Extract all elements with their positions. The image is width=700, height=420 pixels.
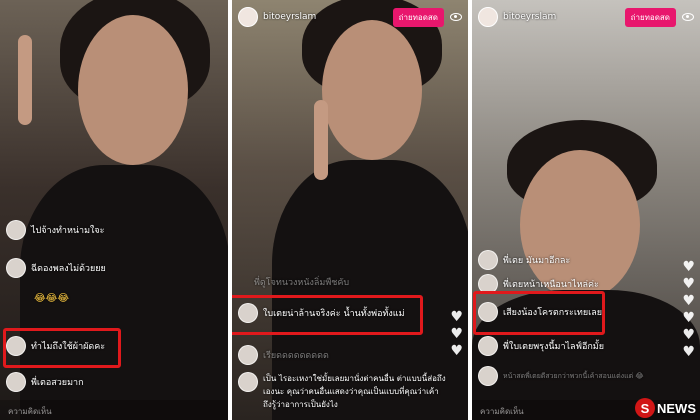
live-stream-panel-1: ไปจ้างทำหน่ามใจะ ฉีดองพลงไม่ด้วยยย 😂😂😂 ท… [0,0,228,420]
commenter-avatar [6,220,26,240]
person-face [78,15,188,165]
comment-item: พี่เตย มันมาอีกละ [478,250,570,270]
heart-icon: ♥ [682,276,695,292]
streamer-avatar[interactable] [238,7,258,27]
heart-icon: ♥ [682,293,695,309]
streamer-avatar[interactable] [478,7,498,27]
commenter-avatar [6,336,26,356]
heart-icon: ♥ [450,309,463,325]
comment-text: เรียดดดดดดดดด [263,351,329,361]
comment-item: พี่ใบเตยพรุงนี้มาไลฟ์อีกมั้ย [478,336,604,356]
raised-finger [18,35,32,125]
comment-text: 😂😂😂 [34,293,70,304]
live-stream-panel-2: bitoeyrslam ถ่ายทอดสด พี่ดูโจทนวงหนังลิ่… [232,0,468,420]
comment-text: เสียงน้องโครตกระเทยเลย [503,308,602,318]
commenter-avatar [478,302,498,322]
comment-item-highlighted: ทำไมถึงใช้ผ้าผัดคะ [6,336,105,356]
heart-icon: ♥ [682,310,695,326]
heart-icon: ♥ [682,327,695,343]
raised-finger [314,100,328,180]
comment-text: ทำไมถึงใช้ผ้าผัดคะ [31,342,106,352]
heart-icon: ♥ [682,344,695,360]
commenter-avatar [478,366,498,386]
viewer-count [450,13,462,21]
comment-text: พี่ดูโจทนวงหนังลิ่มพืชคับ [254,278,350,288]
logo-text: NEWS [657,400,696,416]
comment-item: ฉีดองพลงไม่ด้วยยย [6,258,106,278]
stream-header: bitoeyrslam ถ่ายทอดสด [238,6,462,28]
comment-text: ไปจ้างทำหน่ามใจะ [31,226,105,236]
live-badge: ถ่ายทอดสด [392,7,444,27]
comment-text: ใบเตยน่าล้านจริงค่ะ น้ำนทั้งพ่อทั้งแม่ [263,309,405,319]
commenter-avatar [6,258,26,278]
comment-item: เป็น ไรอะเหงาใช่มั้ยเลยมานั่งต่าคนอื่น ต… [238,372,459,411]
eye-icon [450,13,462,21]
viewer-count [682,13,694,21]
hearts-stream: ♥ ♥ ♥ [450,310,463,358]
commenter-avatar [478,336,498,356]
comment-text: เป็น ไรอะเหงาใช่มั้ยเลยมานั่งต่าคนอื่น ต… [263,374,446,383]
comment-text: พี่เตยหน้าเหนือนาไหล่ค่ะ [503,280,599,290]
comment-text: ถึงรู้ว่าอาการเป็นยังไง [263,400,338,409]
stream-header: bitoeyrslam ถ่ายทอดสด [478,6,694,28]
person-face [322,20,422,160]
comment-text: เองนะ คุณว่าคนอื่นแสดงว่าคุณเป็นแบบที่คุ… [263,387,439,396]
comment-item: ไปจ้างทำหน่ามใจะ [6,220,105,240]
streamer-username[interactable]: bitoeyrslam [263,12,393,22]
comment-text: ฉีดองพลงไม่ด้วยยย [31,264,106,274]
commenter-avatar [478,250,498,270]
comment-text: พี่เตย มันมาอีกละ [503,256,571,266]
streamer-username[interactable]: bitoeyrslam [503,12,625,22]
commenter-avatar [238,303,258,323]
eye-icon [682,13,694,21]
comment-item-highlighted: ใบเตยน่าล้านจริงค่ะ น้ำนทั้งพ่อทั้งแม่ [238,303,405,323]
snews-logo: S NEWS [635,398,696,418]
commenter-avatar [238,372,258,392]
heart-icon: ♥ [450,343,463,359]
comment-item: พี่เตอสวยมาก [6,372,84,392]
comment-item-highlighted: เสียงน้องโครตกระเทยเลย [478,302,602,322]
heart-icon: ♥ [450,326,463,342]
comment-input[interactable]: ความคิดเห็น [0,400,228,420]
live-stream-panel-3: bitoeyrslam ถ่ายทอดสด พี่เตย มันมาอีกละ … [472,0,700,420]
commenter-avatar [238,345,258,365]
comment-item: พี่ดูโจทนวงหนังลิ่มพืชคับ [254,275,349,289]
live-badge: ถ่ายทอดสด [624,7,676,27]
comment-placeholder: ความคิดเห็น [8,407,52,416]
comment-item: เรียดดดดดดดดด [238,345,329,365]
heart-icon: ♥ [682,259,695,275]
comment-item: หน้าสดพี่เตยดีสวยกว่าพวกนี้เค้าสอนแต่งแต… [478,366,644,386]
logo-mark: S [635,398,655,418]
hearts-stream: ♥ ♥ ♥ ♥ ♥ ♥ [682,260,695,359]
comment-text: พี่เตอสวยมาก [31,378,84,388]
comment-item: 😂😂😂 [34,293,69,304]
comment-text: พี่ใบเตยพรุงนี้มาไลฟ์อีกมั้ย [503,342,605,352]
commenter-avatar [6,372,26,392]
comment-text: หน้าสดพี่เตยดีสวยกว่าพวกนี้เค้าสอนแต่งแต… [503,371,644,380]
comment-placeholder: ความคิดเห็น [480,407,524,416]
